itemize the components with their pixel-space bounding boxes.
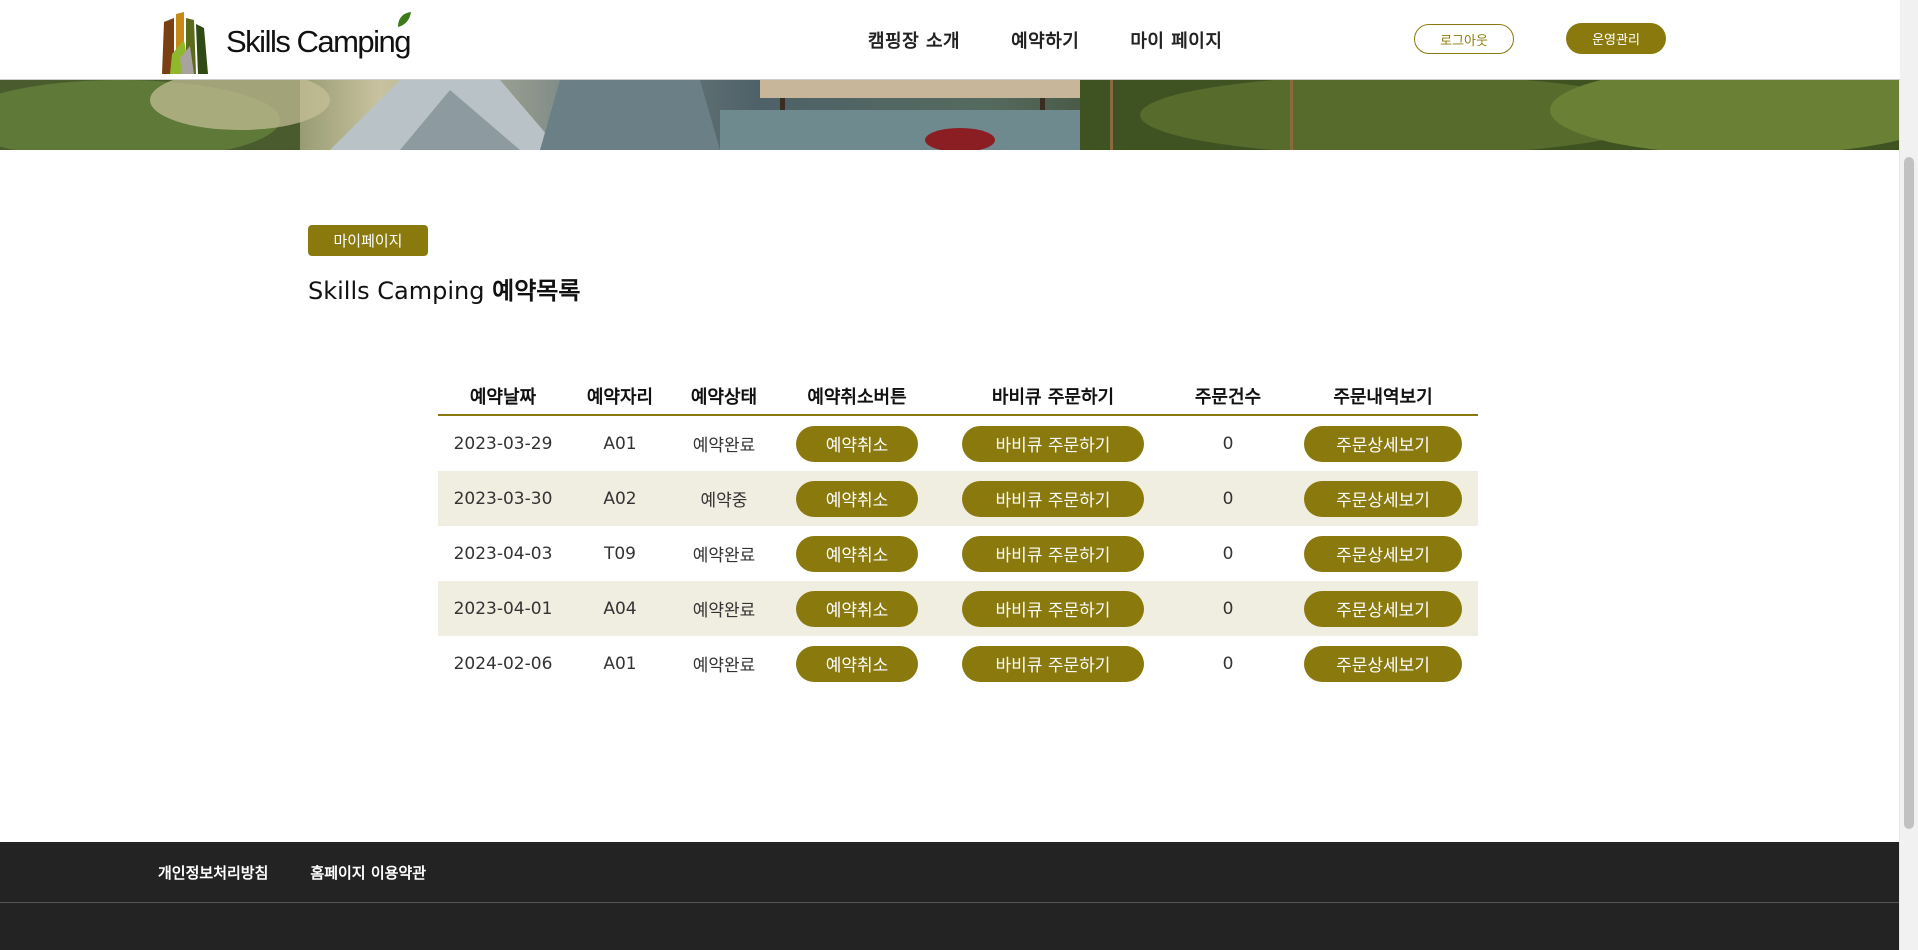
hero-banner-image xyxy=(0,80,1900,150)
order-detail-button[interactable]: 주문상세보기 xyxy=(1304,645,1462,682)
table-header-row: 예약날짜 예약자리 예약상태 예약취소버튼 바비큐 주문하기 주문건수 주문내역… xyxy=(438,378,1478,416)
header-cancel: 예약취소버튼 xyxy=(776,378,938,416)
cancel-reservation-button[interactable]: 예약취소 xyxy=(796,645,918,682)
table-row: 2023-04-01 A04 예약완료 예약취소 바비큐 주문하기 0 주문상세… xyxy=(438,581,1478,636)
cell-count: 0 xyxy=(1168,471,1288,526)
cell-detail: 주문상세보기 xyxy=(1288,471,1478,526)
cell-bbq: 바비큐 주문하기 xyxy=(938,581,1168,636)
cell-cancel: 예약취소 xyxy=(776,636,938,691)
cell-seat: A01 xyxy=(603,653,637,674)
header-status: 예약상태 xyxy=(672,378,776,416)
order-detail-button[interactable]: 주문상세보기 xyxy=(1304,425,1462,462)
cell-detail: 주문상세보기 xyxy=(1288,581,1478,636)
cell-date: 2023-03-29 xyxy=(453,433,553,454)
reservation-table: 예약날짜 예약자리 예약상태 예약취소버튼 바비큐 주문하기 주문건수 주문내역… xyxy=(438,378,1478,691)
header-count: 주문건수 xyxy=(1168,378,1288,416)
terms-of-use-link[interactable]: 홈페이지 이용약관 xyxy=(310,862,426,883)
my-page-badge: 마이페이지 xyxy=(308,225,428,256)
order-bbq-button[interactable]: 바비큐 주문하기 xyxy=(962,535,1144,572)
order-bbq-button[interactable]: 바비큐 주문하기 xyxy=(962,480,1144,517)
table-row: 2023-03-30 A02 예약중 예약취소 바비큐 주문하기 0 주문상세보… xyxy=(438,471,1478,526)
cell-count: 0 xyxy=(1168,581,1288,636)
cell-seat: A04 xyxy=(568,581,672,636)
footer-links: 개인정보처리방침 홈페이지 이용약관 xyxy=(158,842,426,902)
order-detail-button[interactable]: 주문상세보기 xyxy=(1304,590,1462,627)
order-bbq-button[interactable]: 바비큐 주문하기 xyxy=(962,590,1144,627)
table-row: 2023-04-03 T09 예약완료 예약취소 바비큐 주문하기 0 주문상세… xyxy=(438,526,1478,581)
cell-date: 2023-04-03 xyxy=(453,543,553,564)
hero-scene xyxy=(0,80,1900,150)
cell-seat: A02 xyxy=(568,471,672,526)
order-bbq-button[interactable]: 바비큐 주문하기 xyxy=(962,425,1144,462)
scrollbar-thumb[interactable] xyxy=(1904,157,1914,829)
nav-my-page[interactable]: 마이 페이지 xyxy=(1130,27,1222,53)
page-title: Skills Camping 예약목록 xyxy=(308,271,580,306)
cell-count: 0 xyxy=(1222,433,1234,454)
vertical-scrollbar[interactable] xyxy=(1899,0,1918,950)
title-prefix: Skills Camping xyxy=(308,277,485,305)
cancel-reservation-button[interactable]: 예약취소 xyxy=(796,480,918,517)
cell-seat: A01 xyxy=(603,433,637,454)
site-header: Skills Camping 캠핑장 소개 예약하기 마이 페이지 로그아웃 운… xyxy=(0,0,1900,80)
order-detail-button[interactable]: 주문상세보기 xyxy=(1304,480,1462,517)
cell-detail: 주문상세보기 xyxy=(1288,636,1478,691)
cancel-reservation-button[interactable]: 예약취소 xyxy=(796,590,918,627)
cancel-reservation-button[interactable]: 예약취소 xyxy=(796,425,918,462)
nav-reservation[interactable]: 예약하기 xyxy=(1011,27,1079,53)
order-bbq-button[interactable]: 바비큐 주문하기 xyxy=(962,645,1144,682)
cell-status: 예약중 xyxy=(672,471,776,526)
cancel-reservation-button[interactable]: 예약취소 xyxy=(796,535,918,572)
cell-status: 예약완료 xyxy=(692,436,756,456)
cell-count: 0 xyxy=(1222,653,1234,674)
cell-cancel: 예약취소 xyxy=(776,471,938,526)
cell-cancel: 예약취소 xyxy=(776,581,938,636)
page: Skills Camping 캠핑장 소개 예약하기 마이 페이지 로그아웃 운… xyxy=(0,0,1900,950)
cell-bbq: 바비큐 주문하기 xyxy=(938,526,1168,581)
cell-cancel: 예약취소 xyxy=(776,526,938,581)
leaf-icon xyxy=(398,12,412,27)
order-detail-button[interactable]: 주문상세보기 xyxy=(1304,535,1462,572)
cell-bbq: 바비큐 주문하기 xyxy=(938,636,1168,691)
admin-button[interactable]: 운영관리 xyxy=(1566,23,1666,54)
main-nav: 캠핑장 소개 예약하기 마이 페이지 xyxy=(868,0,1222,79)
header-date: 예약날짜 xyxy=(438,378,568,416)
cell-seat: T09 xyxy=(603,543,637,564)
cell-date: 2023-04-01 xyxy=(438,581,568,636)
privacy-policy-link[interactable]: 개인정보처리방침 xyxy=(158,862,268,883)
cell-status: 예약완료 xyxy=(692,546,756,566)
cell-bbq: 바비큐 주문하기 xyxy=(938,471,1168,526)
cell-status: 예약완료 xyxy=(692,656,756,676)
header-seat: 예약자리 xyxy=(568,378,672,416)
logo-text: Skills Camping xyxy=(226,24,412,59)
table-row: 2023-03-29 A01 예약완료 예약취소 바비큐 주문하기 0 주문상세… xyxy=(438,415,1478,471)
nav-camping-intro[interactable]: 캠핑장 소개 xyxy=(868,27,960,53)
logout-button[interactable]: 로그아웃 xyxy=(1414,24,1514,54)
footer-divider xyxy=(0,902,1900,903)
table-row: 2024-02-06 A01 예약완료 예약취소 바비큐 주문하기 0 주문상세… xyxy=(438,636,1478,691)
header-bbq: 바비큐 주문하기 xyxy=(938,378,1168,416)
logo[interactable]: Skills Camping xyxy=(160,10,412,74)
cell-count: 0 xyxy=(1222,543,1234,564)
cell-date: 2024-02-06 xyxy=(453,653,553,674)
title-bold: 예약목록 xyxy=(492,277,581,305)
cell-bbq: 바비큐 주문하기 xyxy=(938,415,1168,471)
cell-date: 2023-03-30 xyxy=(438,471,568,526)
cell-detail: 주문상세보기 xyxy=(1288,526,1478,581)
cell-cancel: 예약취소 xyxy=(776,415,938,471)
logo-icon xyxy=(162,12,208,74)
header-detail: 주문내역보기 xyxy=(1288,378,1478,416)
cell-detail: 주문상세보기 xyxy=(1288,415,1478,471)
site-footer: 개인정보처리방침 홈페이지 이용약관 xyxy=(0,842,1900,950)
cell-status: 예약완료 xyxy=(672,581,776,636)
